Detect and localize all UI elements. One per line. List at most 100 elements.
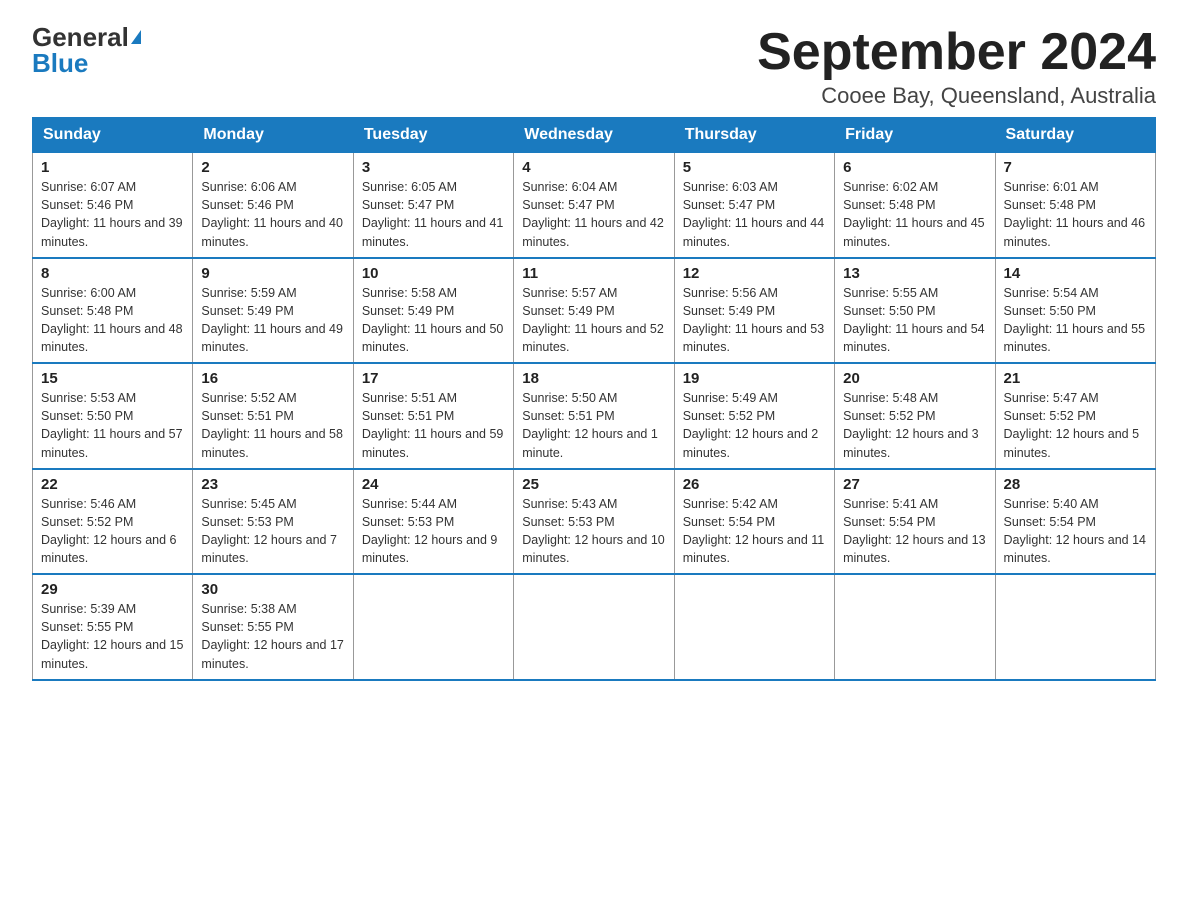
- calendar-cell: 30Sunrise: 5:38 AMSunset: 5:55 PMDayligh…: [193, 574, 353, 680]
- calendar-cell: 25 Sunrise: 5:43 AMSunset: 5:53 PMDayligh…: [514, 469, 674, 575]
- day-info: Sunrise: 6:00 AMSunset: 5:48 PMDaylight:…: [41, 284, 184, 357]
- day-number: 24: [362, 476, 505, 493]
- calendar-week-row: 1 Sunrise: 6:07 AMSunset: 5:46 PMDaylight…: [33, 153, 1156, 258]
- calendar-cell: 20 Sunrise: 5:48 AMSunset: 5:52 PMDayligh…: [835, 363, 995, 469]
- day-info: Sunrise: 5:59 AMSunset: 5:49 PMDaylight:…: [201, 284, 344, 357]
- day-info: Sunrise: 6:07 AMSunset: 5:46 PMDaylight:…: [41, 178, 184, 251]
- day-number: 10: [362, 265, 505, 282]
- logo-triangle-icon: [131, 30, 141, 44]
- day-number: 27: [843, 476, 986, 493]
- calendar-cell: 2 Sunrise: 6:06 AMSunset: 5:46 PMDaylight…: [193, 153, 353, 258]
- day-info: Sunrise: 5:44 AMSunset: 5:53 PMDaylight:…: [362, 495, 505, 568]
- calendar-header-monday: Monday: [193, 118, 353, 153]
- day-number: 23: [201, 476, 344, 493]
- calendar-header-saturday: Saturday: [995, 118, 1155, 153]
- day-number: 17: [362, 370, 505, 387]
- day-info: Sunrise: 5:43 AMSunset: 5:53 PMDaylight:…: [522, 495, 665, 568]
- calendar-cell: 23 Sunrise: 5:45 AMSunset: 5:53 PMDayligh…: [193, 469, 353, 575]
- calendar-cell: 3Sunrise: 6:05 AMSunset: 5:47 PMDaylight…: [353, 153, 513, 258]
- calendar-cell: 29Sunrise: 5:39 AMSunset: 5:55 PMDayligh…: [33, 574, 193, 680]
- page-header: General Blue September 2024 Cooee Bay, Q…: [32, 24, 1156, 109]
- day-info: Sunrise: 5:49 AMSunset: 5:52 PMDaylight:…: [683, 389, 826, 462]
- calendar-cell: 9 Sunrise: 5:59 AMSunset: 5:49 PMDaylight…: [193, 258, 353, 364]
- calendar-cell: 12Sunrise: 5:56 AMSunset: 5:49 PMDayligh…: [674, 258, 834, 364]
- month-title: September 2024: [757, 24, 1156, 81]
- day-number: 5: [683, 159, 826, 176]
- calendar-cell: [674, 574, 834, 680]
- calendar-header-row: SundayMondayTuesdayWednesdayThursdayFrid…: [33, 118, 1156, 153]
- day-number: 9: [201, 265, 344, 282]
- logo-general-text: General: [32, 24, 129, 50]
- day-number: 21: [1004, 370, 1147, 387]
- day-info: Sunrise: 5:42 AMSunset: 5:54 PMDaylight:…: [683, 495, 826, 568]
- calendar-cell: 17 Sunrise: 5:51 AMSunset: 5:51 PMDayligh…: [353, 363, 513, 469]
- calendar-cell: 14Sunrise: 5:54 AMSunset: 5:50 PMDayligh…: [995, 258, 1155, 364]
- day-info: Sunrise: 5:45 AMSunset: 5:53 PMDaylight:…: [201, 495, 344, 568]
- day-info: Sunrise: 5:53 AMSunset: 5:50 PMDaylight:…: [41, 389, 184, 462]
- day-info: Sunrise: 5:51 AMSunset: 5:51 PMDaylight:…: [362, 389, 505, 462]
- day-info: Sunrise: 5:56 AMSunset: 5:49 PMDaylight:…: [683, 284, 826, 357]
- day-number: 25: [522, 476, 665, 493]
- logo: General Blue: [32, 24, 141, 76]
- calendar-cell: 19Sunrise: 5:49 AMSunset: 5:52 PMDayligh…: [674, 363, 834, 469]
- day-info: Sunrise: 5:52 AMSunset: 5:51 PMDaylight:…: [201, 389, 344, 462]
- calendar-week-row: 15 Sunrise: 5:53 AMSunset: 5:50 PMDayligh…: [33, 363, 1156, 469]
- day-number: 16: [201, 370, 344, 387]
- day-number: 2: [201, 159, 344, 176]
- day-number: 28: [1004, 476, 1147, 493]
- calendar-cell: [353, 574, 513, 680]
- day-info: Sunrise: 5:50 AMSunset: 5:51 PMDaylight:…: [522, 389, 665, 462]
- day-info: Sunrise: 5:46 AMSunset: 5:52 PMDaylight:…: [41, 495, 184, 568]
- title-block: September 2024 Cooee Bay, Queensland, Au…: [757, 24, 1156, 109]
- day-number: 15: [41, 370, 184, 387]
- day-number: 30: [201, 581, 344, 598]
- day-number: 8: [41, 265, 184, 282]
- calendar-cell: 21 Sunrise: 5:47 AMSunset: 5:52 PMDayligh…: [995, 363, 1155, 469]
- calendar-header-wednesday: Wednesday: [514, 118, 674, 153]
- calendar-cell: 28Sunrise: 5:40 AMSunset: 5:54 PMDayligh…: [995, 469, 1155, 575]
- calendar-header-sunday: Sunday: [33, 118, 193, 153]
- calendar-table: SundayMondayTuesdayWednesdayThursdayFrid…: [32, 117, 1156, 681]
- calendar-cell: 13Sunrise: 5:55 AMSunset: 5:50 PMDayligh…: [835, 258, 995, 364]
- day-number: 18: [522, 370, 665, 387]
- day-number: 4: [522, 159, 665, 176]
- calendar-cell: 16 Sunrise: 5:52 AMSunset: 5:51 PMDayligh…: [193, 363, 353, 469]
- day-info: Sunrise: 6:01 AMSunset: 5:48 PMDaylight:…: [1004, 178, 1147, 251]
- calendar-cell: 6Sunrise: 6:02 AMSunset: 5:48 PMDaylight…: [835, 153, 995, 258]
- calendar-cell: 1 Sunrise: 6:07 AMSunset: 5:46 PMDaylight…: [33, 153, 193, 258]
- calendar-cell: [995, 574, 1155, 680]
- day-info: Sunrise: 5:57 AMSunset: 5:49 PMDaylight:…: [522, 284, 665, 357]
- day-number: 7: [1004, 159, 1147, 176]
- location-subtitle: Cooee Bay, Queensland, Australia: [757, 83, 1156, 109]
- day-number: 1: [41, 159, 184, 176]
- calendar-cell: 10 Sunrise: 5:58 AMSunset: 5:49 PMDayligh…: [353, 258, 513, 364]
- calendar-cell: [835, 574, 995, 680]
- day-number: 3: [362, 159, 505, 176]
- calendar-week-row: 29Sunrise: 5:39 AMSunset: 5:55 PMDayligh…: [33, 574, 1156, 680]
- calendar-week-row: 22 Sunrise: 5:46 AMSunset: 5:52 PMDayligh…: [33, 469, 1156, 575]
- calendar-cell: 7 Sunrise: 6:01 AMSunset: 5:48 PMDaylight…: [995, 153, 1155, 258]
- day-info: Sunrise: 5:48 AMSunset: 5:52 PMDaylight:…: [843, 389, 986, 462]
- calendar-header-tuesday: Tuesday: [353, 118, 513, 153]
- day-info: Sunrise: 6:06 AMSunset: 5:46 PMDaylight:…: [201, 178, 344, 251]
- logo-blue-text: Blue: [32, 50, 88, 76]
- day-number: 14: [1004, 265, 1147, 282]
- day-info: Sunrise: 6:04 AMSunset: 5:47 PMDaylight:…: [522, 178, 665, 251]
- calendar-header-friday: Friday: [835, 118, 995, 153]
- calendar-cell: 11 Sunrise: 5:57 AMSunset: 5:49 PMDayligh…: [514, 258, 674, 364]
- day-info: Sunrise: 5:55 AMSunset: 5:50 PMDaylight:…: [843, 284, 986, 357]
- calendar-cell: 24 Sunrise: 5:44 AMSunset: 5:53 PMDayligh…: [353, 469, 513, 575]
- calendar-cell: 18 Sunrise: 5:50 AMSunset: 5:51 PMDayligh…: [514, 363, 674, 469]
- day-info: Sunrise: 5:41 AMSunset: 5:54 PMDaylight:…: [843, 495, 986, 568]
- day-info: Sunrise: 6:02 AMSunset: 5:48 PMDaylight:…: [843, 178, 986, 251]
- day-number: 29: [41, 581, 184, 598]
- day-number: 20: [843, 370, 986, 387]
- calendar-cell: 8 Sunrise: 6:00 AMSunset: 5:48 PMDaylight…: [33, 258, 193, 364]
- day-number: 11: [522, 265, 665, 282]
- calendar-header-thursday: Thursday: [674, 118, 834, 153]
- calendar-cell: 15 Sunrise: 5:53 AMSunset: 5:50 PMDayligh…: [33, 363, 193, 469]
- day-info: Sunrise: 5:58 AMSunset: 5:49 PMDaylight:…: [362, 284, 505, 357]
- day-number: 22: [41, 476, 184, 493]
- day-info: Sunrise: 5:47 AMSunset: 5:52 PMDaylight:…: [1004, 389, 1147, 462]
- day-number: 26: [683, 476, 826, 493]
